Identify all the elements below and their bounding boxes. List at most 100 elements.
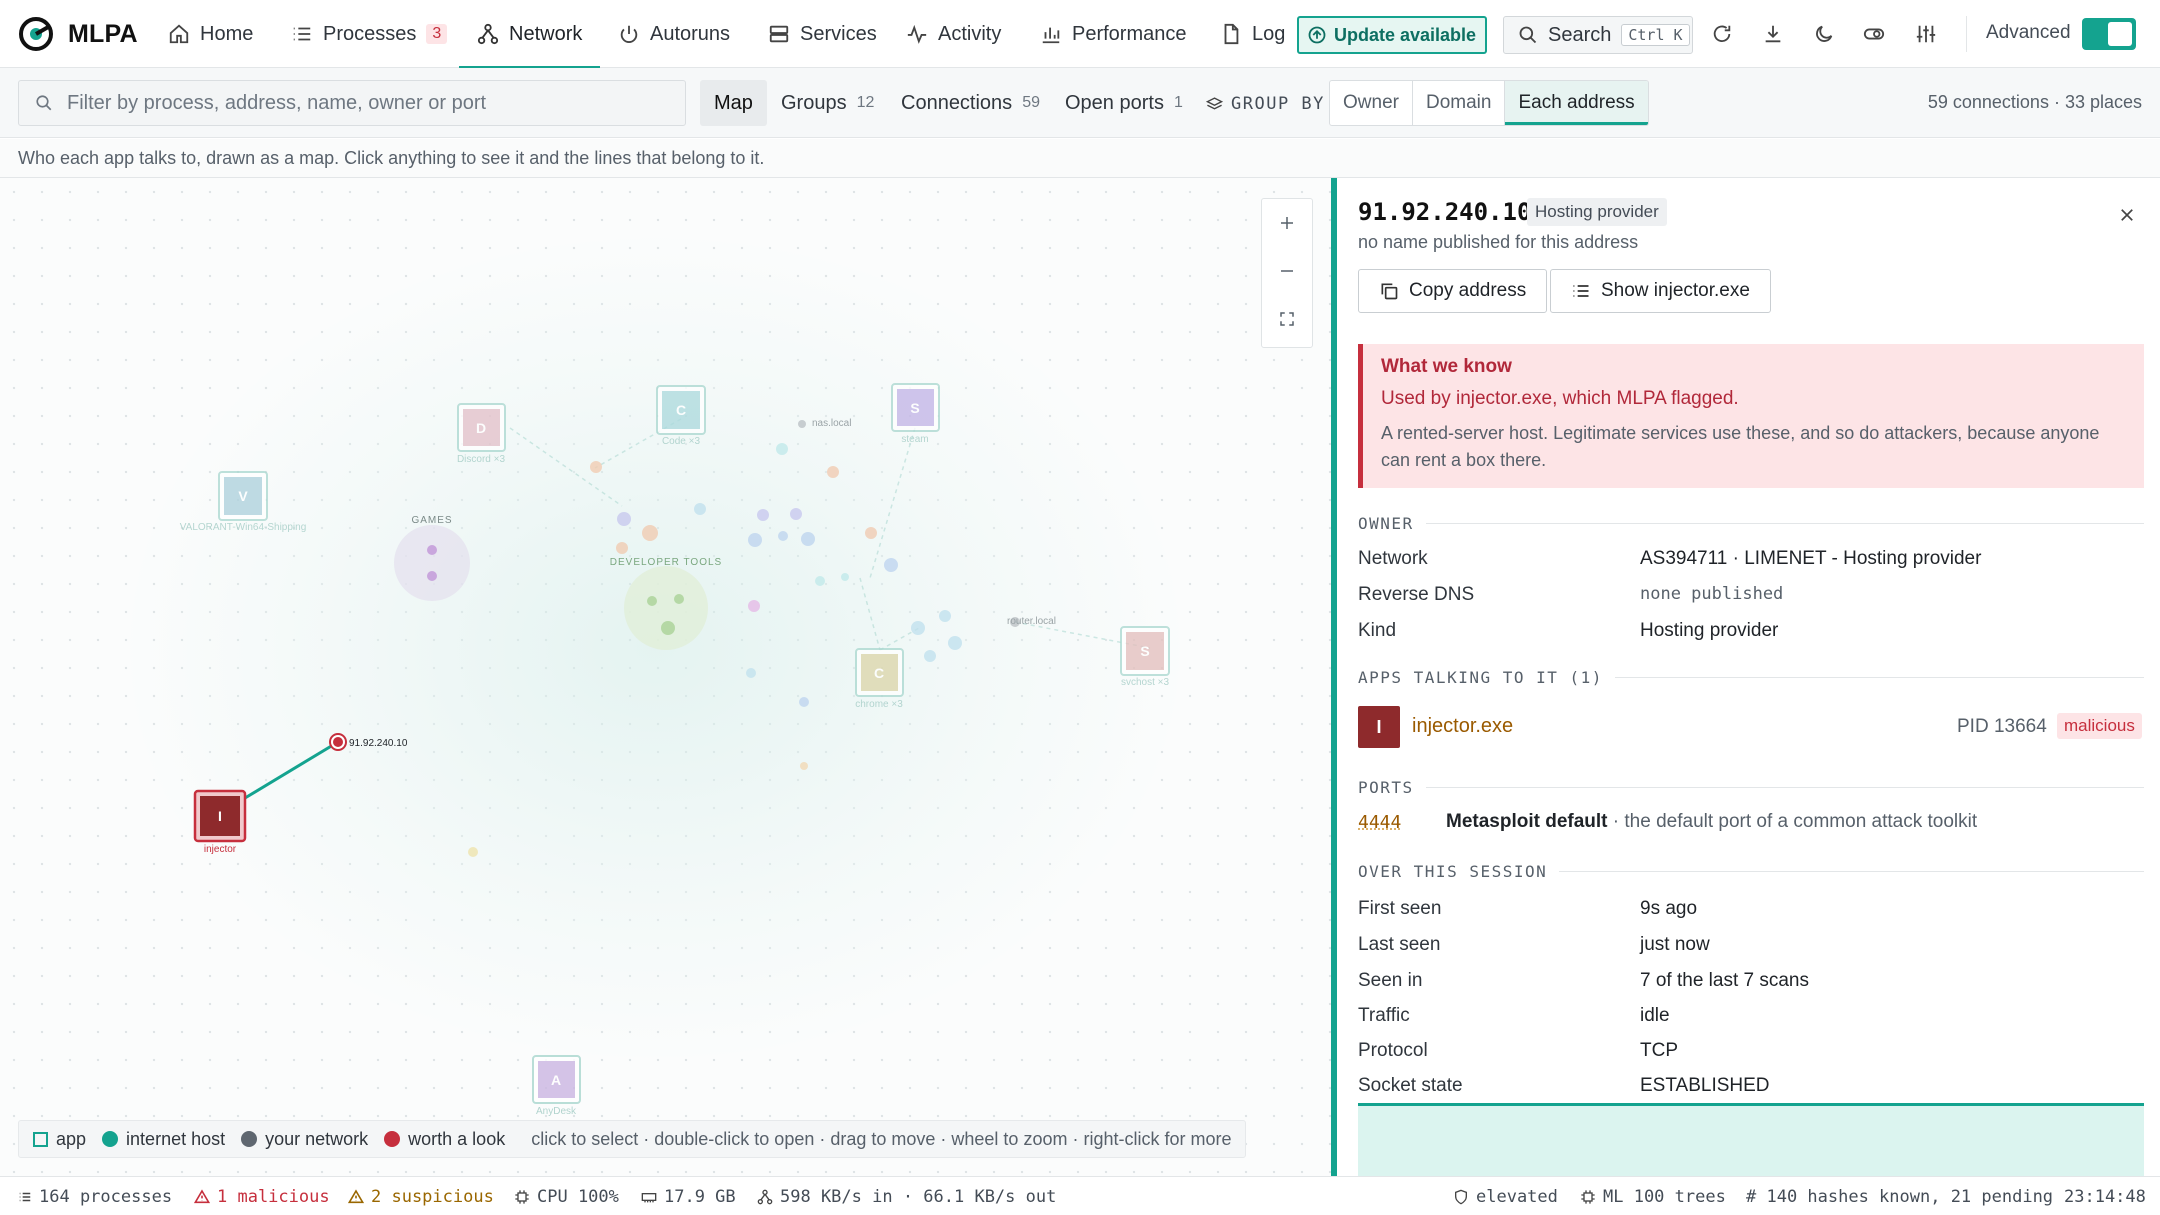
status-processes[interactable]: 164 processes	[18, 1187, 172, 1207]
app-node-injector[interactable]: I injector	[193, 789, 247, 855]
theme-button[interactable]	[1808, 18, 1840, 50]
session-protocol-value: TCP	[1640, 1040, 1678, 1061]
close-icon	[2121, 209, 2133, 221]
zoom-in-button[interactable]	[1262, 199, 1312, 247]
close-button[interactable]	[2118, 204, 2136, 230]
app-node-svchost-letter: S	[1140, 643, 1149, 659]
app-node-injector-letter: I	[218, 808, 222, 824]
host-node-selected[interactable]: 91.92.240.10	[329, 733, 408, 751]
connections-summary: 59 connections · 33 places	[1927, 92, 2142, 112]
cluster-dev[interactable]: DEVELOPER TOOLS	[610, 557, 722, 650]
group-by-text: GROUP BY	[1231, 94, 1325, 114]
tab-connections[interactable]: Connections 59	[887, 80, 1054, 126]
tab-groups[interactable]: Groups 12	[767, 80, 888, 126]
bar-chart-icon	[1042, 27, 1060, 44]
tab-connections-label: Connections	[901, 91, 1013, 114]
ports-section-label: PORTS	[1358, 778, 1414, 797]
selected-connection-line[interactable]	[239, 740, 339, 803]
copy-address-button[interactable]: Copy address	[1358, 269, 1548, 313]
app-node-chrome[interactable]: C chrome ×3	[855, 648, 904, 710]
status-suspicious[interactable]: 2 suspicious	[348, 1187, 494, 1207]
show-process-button[interactable]: Show injector.exe	[1550, 269, 1771, 313]
status-elevated: elevated	[1453, 1187, 1558, 1207]
nav-autoruns[interactable]: Autoruns	[618, 0, 730, 68]
advanced-toggle[interactable]	[2082, 18, 2136, 50]
nav-performance[interactable]: Performance	[1040, 0, 1187, 68]
brand[interactable]: MLPA	[18, 14, 138, 54]
owner-kind-value: Hosting provider	[1640, 620, 1779, 641]
group-by-each-address[interactable]: Each address	[1505, 81, 1648, 125]
pulse-icon	[907, 24, 927, 44]
session-seen-in-key: Seen in	[1358, 970, 1423, 991]
app-node-anydesk[interactable]: A AnyDesk	[532, 1055, 581, 1117]
group-by-domain[interactable]: Domain	[1413, 81, 1506, 125]
app-node-steam[interactable]: S steam	[891, 383, 940, 445]
tab-map-label: Map	[714, 91, 753, 114]
legend-hint: click to select · double-click to open ·…	[531, 1128, 1232, 1149]
nav-home[interactable]: Home	[168, 0, 253, 68]
map-graph[interactable]: GAMES DEVELOPER TOOLS nas.local router.l…	[0, 178, 1331, 1176]
download-button[interactable]	[1757, 18, 1789, 50]
nav-services[interactable]: Services	[768, 0, 877, 68]
nav-log[interactable]: Log	[1220, 0, 1285, 68]
app-node-anydesk-letter: A	[551, 1072, 561, 1088]
zoom-out-button[interactable]	[1262, 247, 1312, 295]
tab-map[interactable]: Map	[700, 80, 767, 126]
port-name: Metasploit default	[1446, 811, 1608, 832]
network-icon	[757, 1189, 773, 1205]
nav-processes[interactable]: Processes 3	[291, 0, 448, 68]
shield-icon	[1455, 1189, 1467, 1205]
cluster-games[interactable]: GAMES	[394, 515, 470, 601]
session-first-seen-key: First seen	[1358, 898, 1442, 919]
app-node-anydesk-label: AnyDesk	[536, 1106, 577, 1117]
list-icon	[293, 27, 311, 41]
search-button[interactable]: Search Ctrl K	[1503, 16, 1693, 54]
owner-section-header: OWNER	[1358, 514, 2144, 533]
address-subtitle: no name published for this address	[1358, 232, 1639, 252]
nav-activity-label: Activity	[938, 22, 1002, 45]
legend-app: app	[33, 1129, 86, 1150]
app-node-chrome-label: chrome ×3	[855, 699, 903, 710]
app-node-svchost[interactable]: S svchost ×3	[1120, 626, 1170, 688]
view-toggle-button[interactable]	[1858, 18, 1890, 50]
nav-network[interactable]: Network	[459, 0, 601, 69]
app-node-code-label: Code ×3	[662, 436, 701, 447]
legend-network: your network	[241, 1129, 368, 1150]
app-name: MLPA	[68, 19, 138, 48]
status-malicious[interactable]: 1 malicious	[194, 1187, 330, 1207]
moon-icon	[1816, 25, 1833, 42]
refresh-button[interactable]	[1706, 18, 1738, 50]
tab-groups-count: 12	[856, 94, 875, 111]
tab-groups-label: Groups	[781, 91, 847, 114]
status-elevated-text: elevated	[1476, 1187, 1558, 1207]
app-node-code-letter: C	[676, 402, 686, 418]
tab-open-ports[interactable]: Open ports 1	[1051, 80, 1197, 126]
app-node-valorant[interactable]: V VALORANT-Win64-Shipping	[180, 471, 307, 533]
port-number[interactable]: 4444	[1358, 812, 1401, 833]
fit-view-button[interactable]	[1262, 295, 1312, 343]
apps-section-header: APPS TALKING TO IT (1)	[1358, 668, 2144, 687]
tab-connections-count: 59	[1022, 94, 1040, 111]
update-available-button[interactable]: Update available	[1297, 16, 1487, 54]
app-name-link[interactable]: injector.exe	[1412, 715, 1513, 738]
top-nav: MLPA Home Processes 3 Network Autoruns S…	[0, 0, 2160, 69]
filter-input[interactable]	[67, 91, 667, 115]
teal-dot-icon	[102, 1131, 119, 1147]
selected-host-label: 91.92.240.10	[349, 738, 408, 749]
filter-field[interactable]	[18, 80, 686, 126]
session-seen-in-value: 7 of the last 7 scans	[1640, 970, 1809, 991]
settings-sliders-button[interactable]	[1910, 18, 1942, 50]
show-process-label: Show injector.exe	[1601, 280, 1750, 301]
port-detail: · the default port of a common attack to…	[1607, 811, 1978, 832]
fullscreen-icon	[1280, 312, 1294, 326]
refresh-icon	[1713, 25, 1731, 43]
app-node-discord[interactable]: D Discord ×3	[457, 403, 506, 465]
group-by-owner[interactable]: Owner	[1330, 81, 1413, 125]
status-memory: 17.9 GB	[641, 1187, 736, 1207]
network-map[interactable]: GAMES DEVELOPER TOOLS nas.local router.l…	[0, 178, 1331, 1176]
app-node-code[interactable]: C Code ×3	[656, 385, 706, 447]
app-node-valorant-label: VALORANT-Win64-Shipping	[180, 522, 307, 533]
nav-activity[interactable]: Activity	[906, 0, 1001, 68]
app-avatar[interactable]: I	[1358, 706, 1400, 748]
router-host-label: router.local	[1007, 616, 1056, 627]
